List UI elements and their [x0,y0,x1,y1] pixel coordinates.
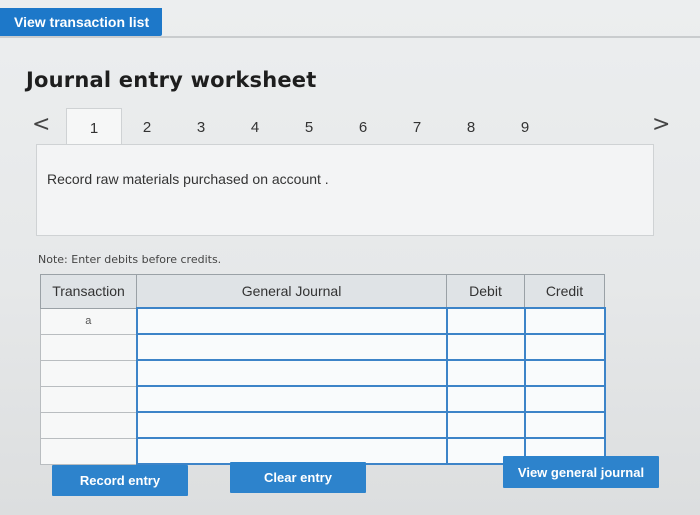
table-row [40,333,606,361]
tab-5[interactable]: 5 [282,108,336,148]
instruction-panel: Record raw materials purchased on accoun… [36,144,654,236]
debit-input[interactable] [445,385,526,413]
debit-input[interactable] [445,333,526,361]
transaction-cell [40,385,137,413]
table-row [40,385,606,413]
worksheet-tabs: 1 2 3 4 5 6 7 8 9 [66,108,646,157]
column-header-credit: Credit [524,274,605,309]
transaction-cell [40,333,137,361]
credit-input[interactable] [523,359,606,387]
clear-entry-button[interactable]: Clear entry [230,462,366,493]
prev-arrow-icon[interactable]: < [32,112,50,137]
credit-input[interactable] [523,385,606,413]
column-header-debit: Debit [446,274,525,309]
worksheet-screen: View transaction list Journal entry work… [0,0,700,515]
journal-table: Transaction General Journal Debit Credit… [40,274,606,465]
tab-2[interactable]: 2 [120,108,174,148]
credit-input[interactable] [523,411,606,439]
tab-7[interactable]: 7 [390,108,444,148]
view-general-journal-button[interactable]: View general journal [503,456,659,488]
note-text: Note: Enter debits before credits. [38,253,222,266]
account-input[interactable] [135,437,448,465]
tab-4[interactable]: 4 [228,108,282,148]
debit-input[interactable] [445,411,526,439]
credit-input[interactable] [523,333,606,361]
credit-input[interactable] [523,307,606,335]
account-input[interactable] [135,333,448,361]
tab-3[interactable]: 3 [174,108,228,148]
table-row [40,411,606,439]
transaction-cell [40,411,137,439]
debit-input[interactable] [445,359,526,387]
next-arrow-icon[interactable]: > [652,112,670,137]
tab-6[interactable]: 6 [336,108,390,148]
account-input[interactable] [135,385,448,413]
transaction-cell [40,359,137,387]
instruction-text: Record raw materials purchased on accoun… [47,171,329,187]
debit-input[interactable] [445,307,526,335]
transaction-cell [40,437,137,465]
header-divider [0,36,700,38]
column-header-transaction: Transaction [40,274,137,309]
table-row: a [40,307,606,335]
account-input[interactable] [135,359,448,387]
tab-8[interactable]: 8 [444,108,498,148]
tab-9[interactable]: 9 [498,108,552,148]
table-header-row: Transaction General Journal Debit Credit [40,274,605,309]
transaction-cell: a [40,307,137,335]
page-title: Journal entry worksheet [26,68,317,92]
account-input[interactable] [135,411,448,439]
record-entry-button[interactable]: Record entry [52,465,188,496]
table-row [40,359,606,387]
column-header-general-journal: General Journal [136,274,447,309]
account-input[interactable] [135,307,448,335]
view-transaction-list-button[interactable]: View transaction list [0,8,162,36]
